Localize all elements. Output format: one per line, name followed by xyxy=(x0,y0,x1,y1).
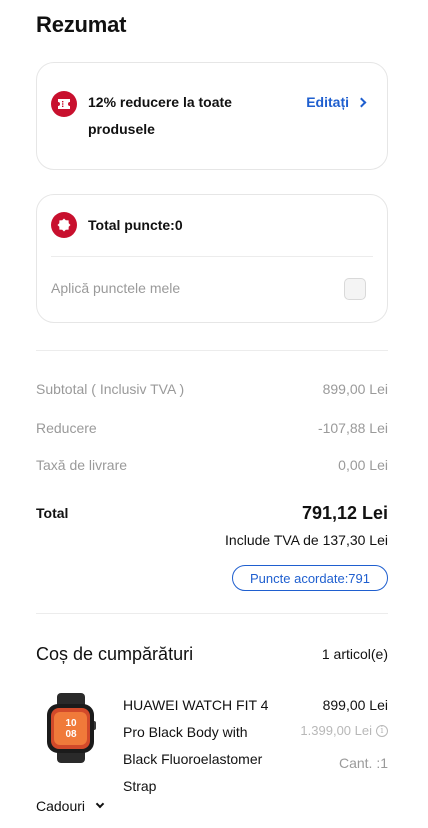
product-name[interactable]: HUAWEI WATCH FIT 4 Pro Black Body with B… xyxy=(123,692,285,800)
subtotal-row: Subtotal ( Inclusiv TVA ) 899,00 Lei xyxy=(36,381,388,397)
vat-note: Include TVA de 137,30 Lei xyxy=(225,532,388,548)
divider xyxy=(36,350,388,351)
points-awarded-badge: Puncte acordate:791 xyxy=(232,565,388,591)
subtotal-label: Subtotal ( Inclusiv TVA ) xyxy=(36,381,185,397)
total-label: Total xyxy=(36,505,69,521)
cart-title: Coș de cumpărături xyxy=(36,644,194,664)
delivery-value: 0,00 Lei xyxy=(338,457,388,473)
coupon-ticket-icon xyxy=(51,91,77,117)
page-title: Rezumat xyxy=(36,12,127,37)
subtotal-value: 899,00 Lei xyxy=(322,381,388,397)
delivery-row: Taxă de livrare 0,00 Lei xyxy=(36,457,388,473)
chevron-down-icon xyxy=(95,799,105,809)
svg-text:10: 10 xyxy=(65,718,77,729)
gifts-dropdown[interactable]: Cadouri xyxy=(36,798,105,814)
coupon-description: 12% reducere la toate produsele xyxy=(88,94,232,137)
divider xyxy=(36,613,388,614)
apply-points-checkbox[interactable] xyxy=(344,278,366,300)
discount-row: Reducere -107,88 Lei xyxy=(36,420,388,436)
delivery-label: Taxă de livrare xyxy=(36,457,128,473)
product-old-price-row: 1.399,00 Lei i xyxy=(300,723,388,738)
svg-text:08: 08 xyxy=(65,729,77,740)
coupon-card: 12% reducere la toate produsele Editați xyxy=(36,62,388,170)
cart-item-count: 1 articol(e) xyxy=(321,646,388,662)
points-badge-icon xyxy=(51,212,77,238)
discount-label: Reducere xyxy=(36,420,97,436)
product-price: 899,00 Lei xyxy=(322,697,388,713)
smartwatch-icon: 10 08 xyxy=(47,693,96,763)
total-points-label: Total puncte:0 xyxy=(88,217,183,233)
product-image[interactable]: 10 08 xyxy=(36,693,106,763)
gifts-label: Cadouri xyxy=(36,798,86,814)
edit-coupon-label: Editați xyxy=(306,94,349,110)
apply-points-label: Aplică punctele mele xyxy=(51,280,181,296)
discount-value: -107,88 Lei xyxy=(317,420,388,436)
total-value: 791,12 Lei xyxy=(301,503,388,523)
info-icon[interactable]: i xyxy=(376,724,388,737)
product-quantity: Cant. :1 xyxy=(338,755,388,771)
chevron-right-icon xyxy=(356,97,367,108)
edit-coupon-link[interactable]: Editați xyxy=(306,94,367,110)
divider xyxy=(51,256,373,257)
product-old-price: 1.399,00 Lei xyxy=(300,723,372,738)
points-card: Total puncte:0 Aplică punctele mele xyxy=(36,194,388,323)
